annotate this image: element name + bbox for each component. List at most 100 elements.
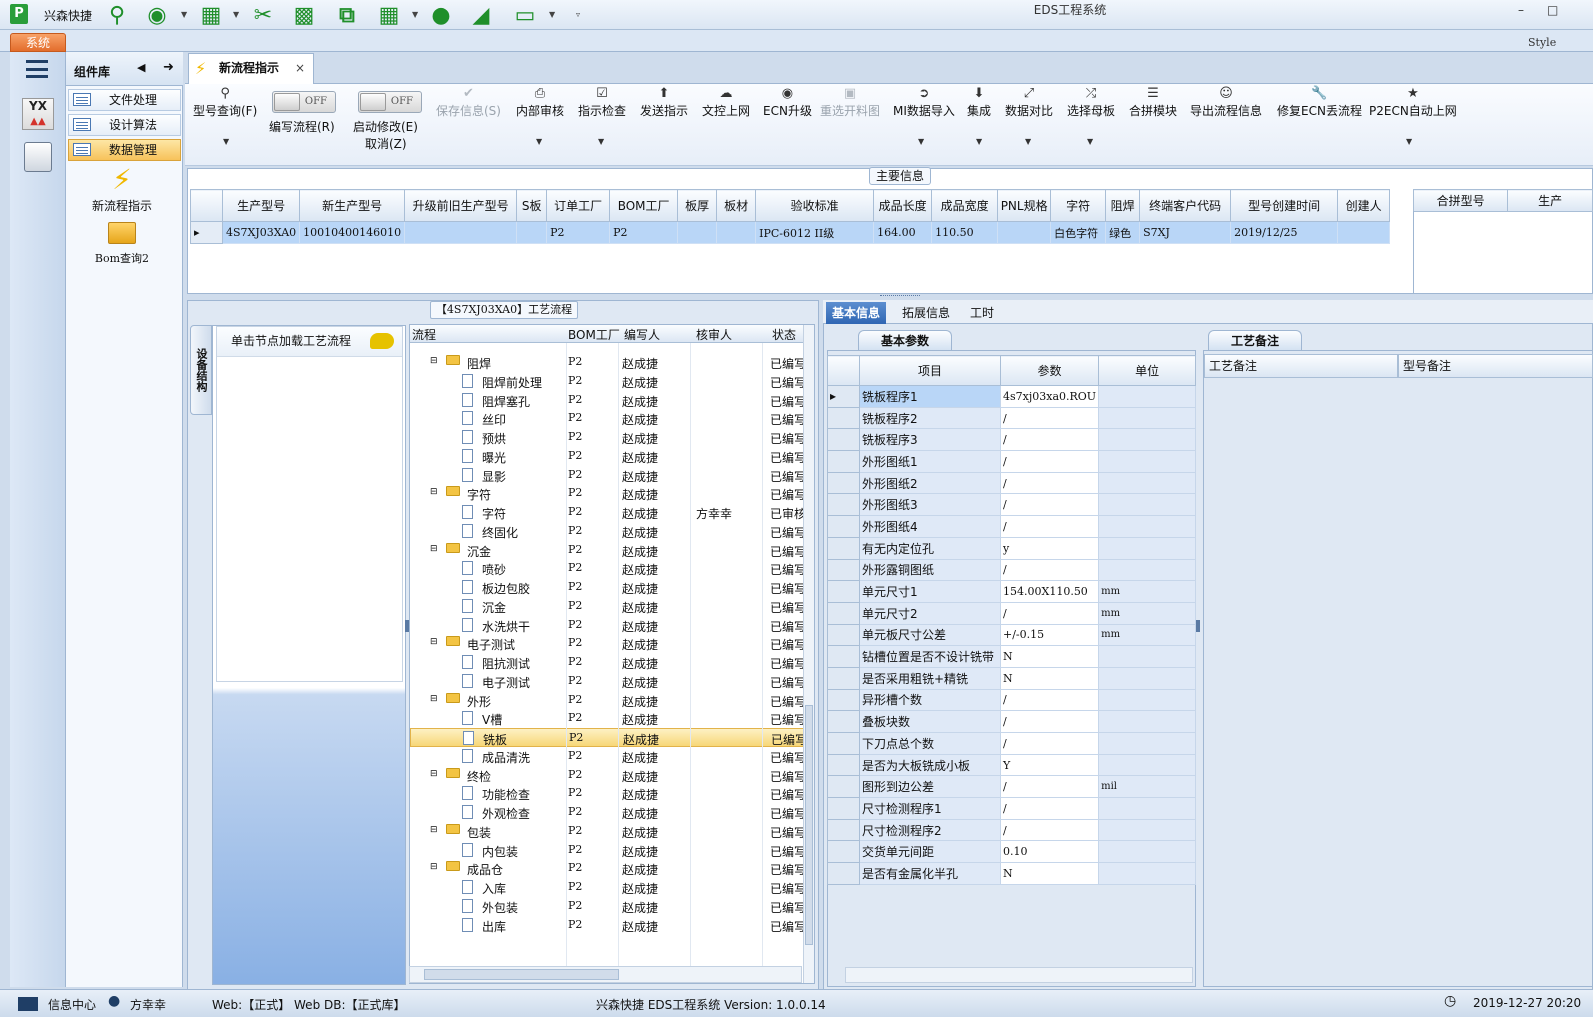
doc-control-upload-button[interactable]: ☁ 文控上网 — [702, 86, 750, 119]
table-cell[interactable] — [716, 221, 757, 244]
style-menu[interactable]: Style — [1528, 36, 1556, 49]
col-flow[interactable]: 流程 — [412, 326, 436, 343]
scissors-icon[interactable]: ✂ — [250, 2, 276, 28]
ecn-upgrade-button[interactable]: ◉ ECN升级 — [763, 86, 812, 119]
param-row[interactable]: 单元尺寸2/mm — [827, 601, 1197, 625]
area-chart-icon[interactable]: ◢ — [466, 2, 496, 28]
param-row[interactable]: 是否有金属化半孔 N — [827, 862, 1197, 885]
col-header[interactable]: 板材 — [716, 189, 757, 222]
col-header[interactable]: 型号创建时间 — [1230, 189, 1339, 222]
merge-module-button[interactable]: ☰ 合拼模块 — [1129, 86, 1177, 119]
chevron-down-icon[interactable]: ▼ — [549, 10, 555, 19]
param-value-cell[interactable]: / — [999, 818, 1100, 842]
col-header[interactable]: 板厚 — [677, 189, 718, 222]
film-icon[interactable]: ▩ — [291, 2, 317, 28]
table-cell[interactable] — [516, 221, 548, 244]
tree-row[interactable]: 成品清洗 P2 赵成捷 已编写 — [410, 747, 806, 766]
param-row[interactable]: 尺寸检测程序2/ — [827, 818, 1197, 842]
param-row[interactable]: ▸ 铣板程序1 4s7xj03xa0.ROU — [827, 385, 1197, 408]
cancel-button[interactable]: 取消(Z) — [365, 135, 407, 152]
monitor-icon[interactable]: ▭ — [512, 2, 538, 28]
tree-row[interactable]: 喷砂 P2 赵成捷 已编写 — [410, 559, 806, 578]
col-model-remark[interactable]: 型号备注 — [1398, 354, 1593, 378]
save-info-button[interactable]: ✔ 保存信息(S) — [436, 86, 501, 119]
param-row[interactable]: 外形图纸1/ — [827, 450, 1197, 473]
table-cell[interactable]: 164.00 — [873, 221, 933, 244]
chevron-down-icon[interactable]: ▼ — [223, 137, 229, 146]
tree-row[interactable]: 电子测试 P2 赵成捷 已编写 — [410, 672, 806, 691]
collapse-left-icon[interactable]: ◀ — [137, 61, 145, 74]
tab-device-structure[interactable]: 设备结构 — [190, 325, 212, 415]
flow-tree-scrollbar[interactable] — [803, 325, 814, 983]
send-instruction-button[interactable]: ⬆ 发送指示 — [640, 86, 688, 119]
search-icon[interactable]: ⚲ — [104, 2, 130, 28]
collapse-splitter-icon[interactable] — [1196, 620, 1200, 632]
tree-row[interactable]: 终固化 P2 赵成捷 已编写 — [410, 522, 806, 541]
tab-labor-hours[interactable]: 工时 — [964, 302, 1000, 324]
maximize-button[interactable]: □ — [1547, 3, 1558, 17]
start-modify-toggle[interactable]: OFF — [358, 91, 422, 113]
table-cell[interactable]: 10010400146010 — [299, 221, 406, 244]
minimize-button[interactable]: – — [1518, 3, 1524, 17]
tab-extended-info[interactable]: 拓展信息 — [896, 302, 956, 324]
param-row[interactable]: 外形露铜图纸 / — [827, 558, 1197, 582]
tree-row[interactable]: ⊟ 沉金 P2 赵成捷 已编写 — [410, 541, 806, 560]
tree-row[interactable]: 字符 P2 赵成捷 方幸幸 已审核 — [410, 503, 806, 522]
param-row[interactable]: 是否采用粗铣+精铣 N — [827, 666, 1197, 690]
param-value-cell[interactable]: 154.00X110.50 — [999, 580, 1100, 603]
table-cell[interactable] — [1337, 221, 1391, 244]
chevron-down-icon[interactable]: ▼ — [1406, 137, 1412, 146]
model-query-button[interactable]: ⚲ 型号查询(F) — [193, 86, 257, 119]
param-value-cell[interactable]: N — [999, 645, 1100, 668]
tree-row[interactable]: 预烘 P2 赵成捷 已编写 — [410, 428, 806, 447]
close-icon[interactable]: × — [295, 54, 305, 83]
param-value-cell[interactable]: / — [999, 450, 1100, 473]
chevron-down-icon[interactable]: ▼ — [412, 10, 418, 19]
param-value-cell[interactable]: 0.10 — [999, 840, 1100, 864]
mi-data-import-button[interactable]: ➲ MI数据导入 — [893, 86, 955, 119]
param-value-cell[interactable]: / — [999, 797, 1100, 820]
tree-row[interactable]: ⊟ 字符 P2 赵成捷 已编写 — [410, 484, 806, 503]
param-row[interactable]: 铣板程序3/ — [827, 428, 1197, 452]
col-header[interactable]: S板 — [516, 189, 548, 222]
table-cell[interactable] — [404, 221, 518, 244]
col-bom-factory[interactable]: BOM工厂 — [568, 326, 620, 343]
lightning-icon[interactable]: ⚡ — [108, 164, 136, 196]
param-value-cell[interactable]: / — [999, 688, 1100, 712]
grid-corner[interactable] — [827, 355, 860, 386]
sidebar-item-data-management[interactable]: 数据管理 — [68, 139, 181, 161]
table-cell[interactable]: S7XJ — [1139, 221, 1232, 244]
param-value-cell[interactable]: y — [999, 536, 1100, 560]
param-row[interactable]: 有无内定位孔 y — [827, 536, 1197, 560]
table-cell[interactable]: 绿色 — [1105, 221, 1141, 244]
table-cell[interactable]: P2 — [546, 221, 611, 244]
tree-row[interactable]: 阻焊塞孔 P2 赵成捷 已编写 — [410, 391, 806, 410]
col-header[interactable]: 生产型号 — [221, 189, 301, 222]
param-row[interactable]: 是否为大板铣成小板 Y — [827, 753, 1197, 777]
param-row[interactable]: 下刀点总个数 / — [827, 732, 1197, 755]
param-value-cell[interactable]: / — [999, 471, 1100, 495]
param-value-cell[interactable]: / — [999, 515, 1100, 538]
table-cell[interactable]: IPC-6012 II级 — [755, 221, 875, 244]
col-merge-model[interactable]: 合拼型号 — [1412, 189, 1509, 212]
table-icon[interactable]: ▦ — [198, 2, 224, 28]
export-flow-info-button[interactable]: ☺ 导出流程信息 — [1190, 86, 1262, 119]
tree-row[interactable]: 阻抗测试 P2 赵成捷 已编写 — [410, 653, 806, 672]
col-param[interactable]: 参数 — [999, 355, 1100, 386]
customize-icon[interactable]: ▿ — [576, 10, 580, 19]
params-horizontal-scrollbar[interactable] — [845, 967, 1193, 983]
tree-row[interactable]: ⊟ 包装 P2 赵成捷 已编写 — [410, 822, 806, 841]
col-header[interactable]: 升级前旧生产型号 — [404, 189, 518, 222]
tree-row[interactable]: 板边包胶 P2 赵成捷 已编写 — [410, 578, 806, 597]
bom-query-tool-label[interactable]: Bom查询2 — [86, 250, 158, 266]
sidebar-item-design-algorithm[interactable]: 设计算法 — [68, 114, 181, 136]
flow-horizontal-scrollbar[interactable] — [409, 966, 802, 983]
chevron-down-icon[interactable]: ▼ — [1025, 137, 1031, 146]
collapse-node-icon[interactable]: ⊟ — [430, 356, 438, 366]
collapse-node-icon[interactable]: ⊟ — [430, 637, 438, 647]
chevron-down-icon[interactable]: ▼ — [598, 137, 604, 146]
tree-row[interactable]: 丝印 P2 赵成捷 已编写 — [410, 409, 806, 428]
col-status[interactable]: 状态 — [772, 326, 796, 343]
copy-icon[interactable]: ⧉ — [334, 2, 360, 28]
param-row[interactable]: 图形到边公差 / mil — [827, 775, 1197, 799]
